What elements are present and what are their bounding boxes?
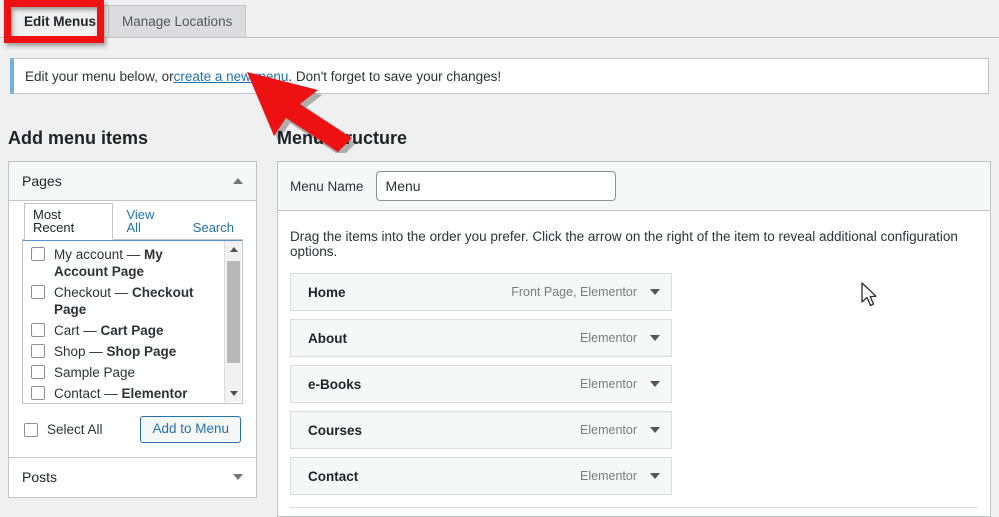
page-label: Sample Page xyxy=(54,365,136,380)
menu-item-title: e-Books xyxy=(308,376,362,392)
menu-structure-heading: Menu structure xyxy=(277,128,408,148)
page-checkbox[interactable] xyxy=(31,386,45,400)
menu-item-row[interactable]: Courses Elementor xyxy=(290,411,672,449)
menu-name-bar: Menu Name xyxy=(278,162,990,211)
menu-item-meta: Elementor xyxy=(580,469,660,483)
chevron-down-icon[interactable] xyxy=(650,427,660,433)
posts-accordion: Posts xyxy=(8,457,257,498)
menu-structure-box: Menu Name Drag the items into the order … xyxy=(277,161,991,517)
pages-accordion-header[interactable]: Pages xyxy=(9,162,256,201)
notice-text-suffix: . Don't forget to save your changes! xyxy=(288,68,502,84)
nav-tab-bar: Edit Menus Manage Locations xyxy=(0,0,999,38)
page-checkbox[interactable] xyxy=(31,247,45,261)
menu-item-title: Contact xyxy=(308,468,359,484)
posts-accordion-header[interactable]: Posts xyxy=(9,458,256,497)
menu-item-meta: Elementor xyxy=(580,423,660,437)
tab-edit-menus[interactable]: Edit Menus xyxy=(10,5,111,37)
menu-item-title: About xyxy=(308,330,347,346)
pages-tab-bar: Most Recent View All Search xyxy=(24,203,243,240)
pages-accordion-body: Most Recent View All Search My account —… xyxy=(9,201,256,457)
menu-item-title: Home xyxy=(308,284,346,300)
page-list-item[interactable]: Cart — Cart Page xyxy=(31,322,219,339)
menu-items-list: Home Front Page, Elementor About Elementor e… xyxy=(278,259,990,495)
create-a-new-menu-link[interactable]: create a new menu xyxy=(174,69,289,84)
add-menu-items-heading: Add menu items xyxy=(8,128,149,148)
wordpress-menus-page: Edit Menus Manage Locations Edit your me… xyxy=(0,0,999,517)
pages-accordion-title: Pages xyxy=(22,173,62,189)
page-checkbox[interactable] xyxy=(31,365,45,379)
chevron-down-icon[interactable] xyxy=(233,474,243,480)
menu-item-row[interactable]: Home Front Page, Elementor xyxy=(290,273,672,311)
chevron-down-icon[interactable] xyxy=(650,335,660,341)
add-menu-items-column: Pages Most Recent View All Search My acc… xyxy=(8,161,257,498)
pages-actions-row: Select All Add to Menu xyxy=(22,404,243,447)
tab-view-all[interactable]: View All xyxy=(117,203,179,239)
page-label: My account — My Account Page xyxy=(54,247,163,279)
info-notice: Edit your menu below, or create a new me… xyxy=(10,58,989,94)
chevron-down-icon[interactable] xyxy=(650,289,660,295)
menu-item-meta: Front Page, Elementor xyxy=(511,285,660,299)
page-list-item[interactable]: Contact — Elementor xyxy=(31,385,219,402)
page-label: Cart — Cart Page xyxy=(54,323,164,338)
page-label: Contact — Elementor xyxy=(54,386,188,401)
menu-item-type: Elementor xyxy=(580,423,637,437)
scroll-up-triangle xyxy=(229,247,238,252)
menu-item-meta: Elementor xyxy=(580,377,660,391)
scrollbar-thumb[interactable] xyxy=(227,261,240,363)
page-checkbox[interactable] xyxy=(31,323,45,337)
menu-item-meta: Elementor xyxy=(580,331,660,345)
menu-item-row[interactable]: About Elementor xyxy=(290,319,672,357)
posts-accordion-title: Posts xyxy=(22,469,58,485)
menu-item-type: Elementor xyxy=(580,331,637,345)
pages-list-box: My account — My Account Page Checkout — C… xyxy=(22,239,243,404)
scroll-down-triangle xyxy=(229,391,238,396)
menu-name-input[interactable] xyxy=(375,171,616,201)
pages-list: My account — My Account Page Checkout — C… xyxy=(23,240,227,403)
scroll-down-icon[interactable] xyxy=(225,385,242,402)
drag-instructions: Drag the items into the order you prefer… xyxy=(290,229,958,259)
pages-list-scrollbar[interactable] xyxy=(224,241,241,402)
select-all-label: Select All xyxy=(47,421,103,437)
select-all-control[interactable]: Select All xyxy=(24,422,103,437)
chevron-down-icon[interactable] xyxy=(650,381,660,387)
page-label: Shop — Shop Page xyxy=(54,344,177,359)
tab-search[interactable]: Search xyxy=(184,216,243,239)
tab-manage-locations[interactable]: Manage Locations xyxy=(108,5,247,37)
pages-accordion: Pages Most Recent View All Search My acc… xyxy=(8,161,257,458)
page-checkbox[interactable] xyxy=(31,344,45,358)
tab-most-recent[interactable]: Most Recent xyxy=(24,203,114,240)
menu-item-row[interactable]: Contact Elementor xyxy=(290,457,672,495)
menu-item-type: Elementor xyxy=(580,469,637,483)
page-list-item[interactable]: My account — My Account Page xyxy=(31,246,219,280)
section-divider xyxy=(290,507,978,508)
scroll-up-icon[interactable] xyxy=(225,241,242,258)
menu-item-type: Front Page, Elementor xyxy=(511,285,637,299)
notice-text-prefix: Edit your menu below, or xyxy=(25,68,174,84)
chevron-down-icon[interactable] xyxy=(650,473,660,479)
menu-name-label: Menu Name xyxy=(290,178,364,194)
chevron-up-icon[interactable] xyxy=(233,178,243,184)
page-list-item[interactable]: Sample Page xyxy=(31,364,219,381)
menu-item-type: Elementor xyxy=(580,377,637,391)
menu-item-title: Courses xyxy=(308,422,363,438)
menu-item-row[interactable]: e-Books Elementor xyxy=(290,365,672,403)
select-all-checkbox[interactable] xyxy=(24,422,38,437)
page-checkbox[interactable] xyxy=(31,285,45,299)
page-list-item[interactable]: Shop — Shop Page xyxy=(31,343,219,360)
add-to-menu-button[interactable]: Add to Menu xyxy=(140,416,241,443)
menu-structure-column: Menu Name Drag the items into the order … xyxy=(277,161,991,517)
page-label: Checkout — Checkout Page xyxy=(54,285,194,317)
page-list-item[interactable]: Checkout — Checkout Page xyxy=(31,284,219,318)
